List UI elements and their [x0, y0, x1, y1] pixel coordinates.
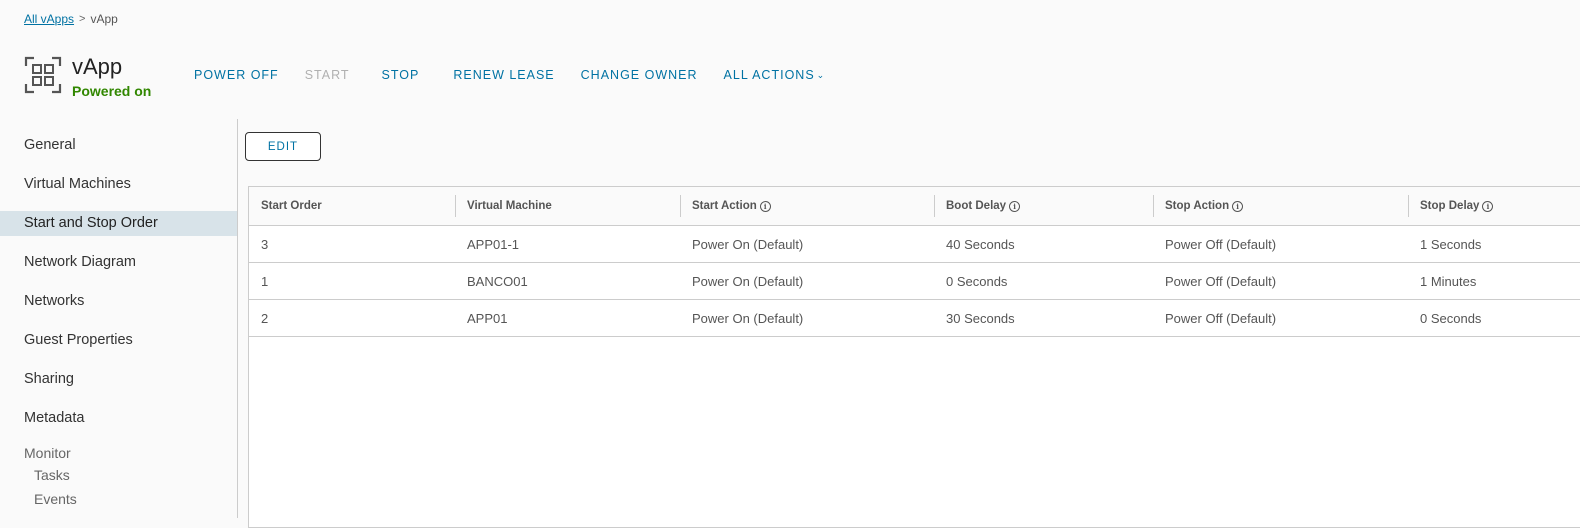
info-icon[interactable]: i — [1482, 200, 1494, 212]
cell-start-action: Power On (Default) — [692, 310, 804, 326]
sidebar-item-guest-properties[interactable]: Guest Properties — [0, 328, 237, 353]
column-header-label: Virtual Machine — [467, 200, 552, 212]
cell-start-order: 1 — [261, 273, 269, 289]
cell-start-action: Power On (Default) — [692, 273, 804, 289]
column-header-stop-action[interactable]: Stop Action i — [1153, 187, 1408, 225]
column-header-label: Stop Delay — [1420, 200, 1480, 212]
renew-lease-button[interactable]: RENEW LEASE — [453, 68, 554, 82]
column-header-stop-delay[interactable]: Stop Delay i — [1408, 187, 1580, 225]
cell-stop-action: Power Off (Default) — [1165, 310, 1277, 326]
sidebar-nav: General Virtual Machines Start and Stop … — [0, 119, 238, 518]
status-label: Powered on — [72, 83, 152, 99]
column-header-start-order[interactable]: Start Order — [249, 187, 455, 225]
vapp-icon — [24, 56, 62, 94]
cell-boot-delay: 0 Seconds — [946, 273, 1008, 289]
breadcrumb-separator: > — [79, 13, 86, 25]
sidebar-item-tasks[interactable]: Tasks — [0, 463, 237, 487]
column-header-label: Start Action — [692, 200, 757, 212]
cell-boot-delay: 30 Seconds — [946, 310, 1015, 326]
column-header-boot-delay[interactable]: Boot Delay i — [934, 187, 1153, 225]
sidebar-group-monitor: Monitor — [24, 445, 71, 461]
cell-start-action: Power On (Default) — [692, 236, 804, 252]
chevron-down-icon: ⌄ — [816, 70, 826, 80]
cell-stop-action: Power Off (Default) — [1165, 236, 1277, 252]
sidebar-item-networks[interactable]: Networks — [0, 289, 237, 314]
table-row[interactable]: 2 APP01 Power On (Default) 30 Seconds Po… — [249, 300, 1580, 337]
column-header-label: Boot Delay — [946, 200, 1007, 212]
column-header-label: Start Order — [261, 200, 322, 212]
cell-stop-delay: 1 Seconds — [1420, 236, 1482, 252]
cell-start-order: 2 — [261, 310, 269, 326]
table-row[interactable]: 3 APP01-1 Power On (Default) 40 Seconds … — [249, 226, 1580, 263]
breadcrumb: All vApps > vApp — [24, 12, 118, 26]
cell-virtual-machine: BANCO01 — [467, 273, 528, 289]
page-header: vApp Powered on — [24, 54, 151, 106]
sidebar-item-metadata[interactable]: Metadata — [0, 406, 237, 431]
start-stop-order-grid: Start Order Virtual Machine Start Action… — [248, 186, 1580, 528]
action-toolbar: POWER OFF START STOP RENEW LEASE CHANGE … — [194, 68, 851, 82]
table-row[interactable]: 1 BANCO01 Power On (Default) 0 Seconds P… — [249, 263, 1580, 300]
column-header-virtual-machine[interactable]: Virtual Machine — [455, 187, 680, 225]
change-owner-button[interactable]: CHANGE OWNER — [581, 68, 698, 82]
cell-stop-delay: 1 Minutes — [1420, 273, 1477, 289]
column-header-start-action[interactable]: Start Action i — [680, 187, 934, 225]
sidebar-item-start-and-stop-order[interactable]: Start and Stop Order — [0, 211, 237, 236]
all-actions-label: ALL ACTIONS — [723, 68, 815, 82]
breadcrumb-all-vapps-link[interactable]: All vApps — [24, 12, 74, 26]
title-block: vApp Powered on — [72, 54, 151, 100]
info-icon[interactable]: i — [1232, 200, 1244, 212]
grid-header: Start Order Virtual Machine Start Action… — [249, 187, 1580, 226]
info-icon[interactable]: i — [1009, 200, 1021, 212]
sidebar-item-general[interactable]: General — [0, 133, 237, 158]
cell-stop-action: Power Off (Default) — [1165, 273, 1277, 289]
sidebar-item-network-diagram[interactable]: Network Diagram — [0, 250, 237, 275]
page-title: vApp — [72, 54, 123, 79]
sidebar-item-events[interactable]: Events — [0, 487, 237, 511]
sidebar-item-virtual-machines[interactable]: Virtual Machines — [0, 172, 237, 197]
cell-boot-delay: 40 Seconds — [946, 236, 1015, 252]
cell-virtual-machine: APP01 — [467, 310, 508, 326]
cell-stop-delay: 0 Seconds — [1420, 310, 1482, 326]
edit-button[interactable]: EDIT — [245, 132, 321, 161]
stop-button[interactable]: STOP — [382, 68, 420, 82]
sidebar-item-sharing[interactable]: Sharing — [0, 367, 237, 392]
power-off-button[interactable]: POWER OFF — [194, 68, 279, 82]
cell-virtual-machine: APP01-1 — [467, 236, 520, 252]
all-actions-dropdown[interactable]: ALL ACTIONS ⌄ — [724, 68, 826, 82]
column-header-label: Stop Action — [1165, 200, 1230, 212]
info-icon[interactable]: i — [759, 200, 771, 212]
start-button[interactable]: START — [305, 68, 350, 82]
breadcrumb-current: vApp — [90, 12, 118, 26]
cell-start-order: 3 — [261, 236, 269, 252]
